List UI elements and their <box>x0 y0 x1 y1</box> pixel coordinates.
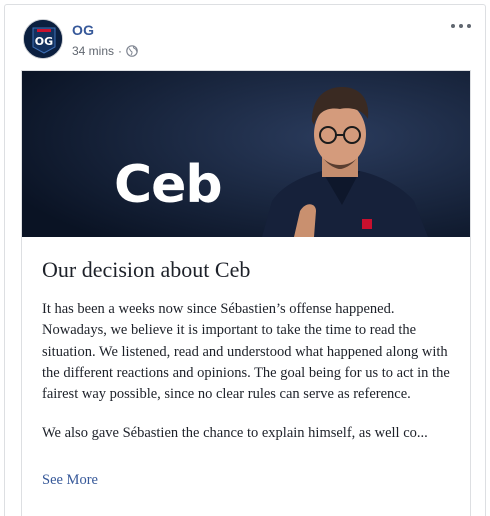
meta-separator: · <box>118 44 123 58</box>
post-card: OG OG 34 mins · Ceb Our decision about C… <box>4 4 486 516</box>
globe-icon[interactable] <box>126 45 138 57</box>
post-timestamp[interactable]: 34 mins <box>72 44 114 58</box>
avatar-logo-text: OG <box>35 35 53 48</box>
article-banner-image[interactable]: Ceb <box>22 71 470 237</box>
page-avatar[interactable]: OG <box>23 19 63 59</box>
banner-title-text: Ceb <box>114 155 223 215</box>
article-headline[interactable]: Our decision about Ceb <box>42 257 250 283</box>
article-link-card[interactable]: Ceb Our decision about Ceb It has been a… <box>21 70 471 516</box>
more-options-icon[interactable] <box>451 19 471 33</box>
post-meta: 34 mins · <box>72 44 138 58</box>
article-paragraph-2: We also gave Sébastien the chance to exp… <box>42 425 428 441</box>
page-name-link[interactable]: OG <box>72 22 94 38</box>
og-logo-icon: OG <box>24 20 62 58</box>
banner-background <box>22 71 470 237</box>
article-paragraph-1: It has been a weeks now since Sébastien’… <box>42 301 450 403</box>
see-more-link[interactable]: See More <box>42 472 98 489</box>
